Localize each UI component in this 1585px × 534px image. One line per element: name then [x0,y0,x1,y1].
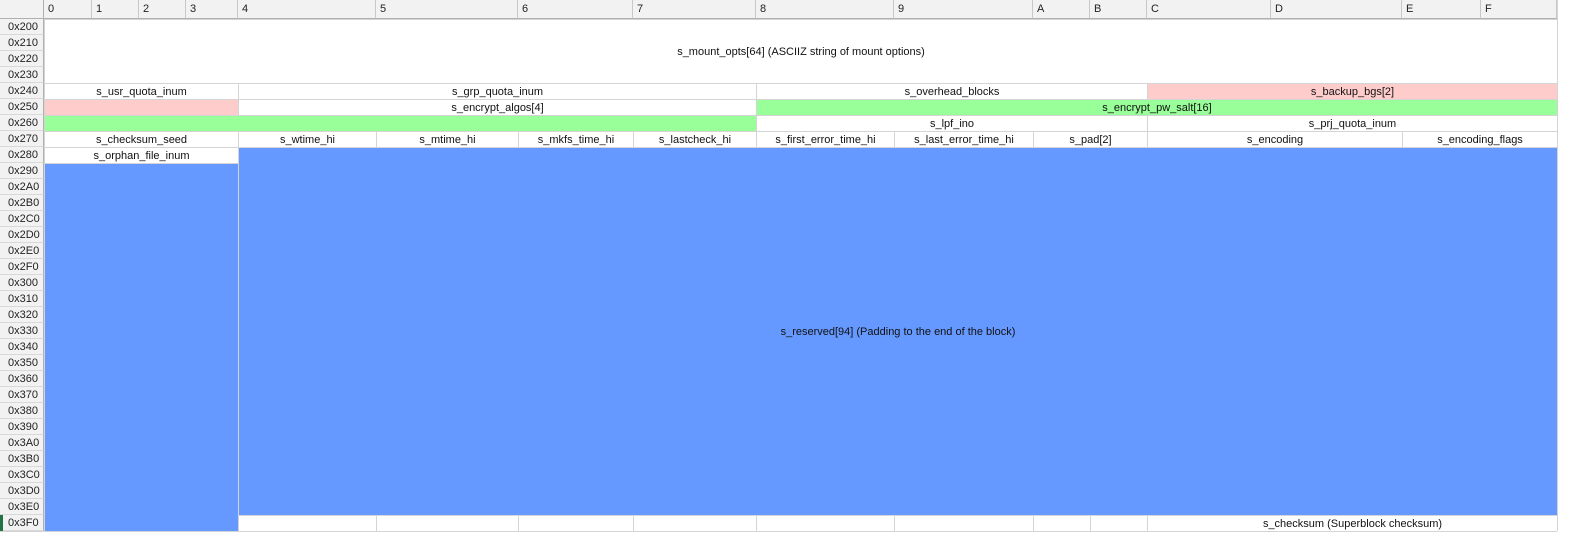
field-s-encoding[interactable]: s_encoding [1148,132,1402,147]
row-header[interactable]: 0x370 [0,387,44,403]
row-header[interactable]: 0x240 [0,83,44,99]
field-continuation[interactable] [45,100,238,115]
column-header[interactable]: F [1481,0,1557,19]
row-header[interactable]: 0x360 [0,371,44,387]
row-header[interactable]: 0x310 [0,291,44,307]
column-header[interactable]: 5 [376,0,518,19]
row-header[interactable]: 0x390 [0,419,44,435]
field-s-last-error-time-hi[interactable]: s_last_error_time_hi [895,132,1033,147]
row-header[interactable]: 0x3C0 [0,467,44,483]
column-header[interactable]: 6 [518,0,633,19]
field-s-pad-2[interactable]: s_pad[2] [1034,132,1147,147]
spreadsheet-grid: s_mount_opts[64] (ASCIIZ string of mount… [0,0,1585,534]
row-header[interactable]: 0x320 [0,307,44,323]
field-s-backup-bgs-2[interactable]: s_backup_bgs[2] [1148,84,1557,99]
field-s-usr-quota-inum[interactable]: s_usr_quota_inum [45,84,238,99]
field-s-lastcheck-hi[interactable]: s_lastcheck_hi [634,132,756,147]
column-header[interactable]: B [1090,0,1147,19]
row-header[interactable]: 0x300 [0,275,44,291]
row-header[interactable]: 0x2A0 [0,179,44,195]
row-header[interactable]: 0x3D0 [0,483,44,499]
field-s-wtime-hi[interactable]: s_wtime_hi [239,132,376,147]
row-header[interactable]: 0x350 [0,355,44,371]
column-header[interactable]: A [1033,0,1090,19]
column-header[interactable]: 1 [92,0,139,19]
row-header[interactable]: 0x220 [0,51,44,67]
column-header[interactable]: 2 [139,0,186,19]
row-header[interactable]: 0x2E0 [0,243,44,259]
row-header[interactable]: 0x3B0 [0,451,44,467]
column-header[interactable]: C [1147,0,1271,19]
row-header[interactable]: 0x340 [0,339,44,355]
row-header[interactable]: 0x210 [0,35,44,51]
row-header[interactable]: 0x290 [0,163,44,179]
column-header[interactable]: 3 [186,0,238,19]
row-header[interactable]: 0x260 [0,115,44,131]
row-header[interactable]: 0x200 [0,19,44,35]
row-header[interactable]: 0x380 [0,403,44,419]
field-s-checksum-superblock-checksum[interactable]: s_checksum (Superblock checksum) [1148,516,1557,531]
row-header[interactable]: 0x230 [0,67,44,83]
field-s-lpf-ino[interactable]: s_lpf_ino [757,116,1147,131]
column-header[interactable]: D [1271,0,1402,19]
row-header[interactable]: 0x280 [0,147,44,163]
row-header[interactable]: 0x330 [0,323,44,339]
field-s-prj-quota-inum[interactable]: s_prj_quota_inum [1148,116,1557,131]
field-s-encoding-flags[interactable]: s_encoding_flags [1403,132,1557,147]
field-s-checksum-seed[interactable]: s_checksum_seed [45,132,238,147]
row-header[interactable]: 0x3A0 [0,435,44,451]
field-s-grp-quota-inum[interactable]: s_grp_quota_inum [239,84,756,99]
column-header[interactable]: 7 [633,0,756,19]
field-s-mkfs-time-hi[interactable]: s_mkfs_time_hi [519,132,633,147]
column-header[interactable]: E [1402,0,1481,19]
row-header[interactable]: 0x250 [0,99,44,115]
field-continuation[interactable] [45,116,756,131]
field-continuation[interactable] [45,164,238,531]
field-s-first-error-time-hi[interactable]: s_first_error_time_hi [757,132,894,147]
row-header[interactable]: 0x2B0 [0,195,44,211]
active-row-indicator [0,515,3,531]
field-s-reserved-94-padding-to-the-end-of-the-block[interactable]: s_reserved[94] (Padding to the end of th… [239,148,1557,515]
row-header[interactable]: 0x3F0 [0,515,44,531]
row-header[interactable]: 0x2F0 [0,259,44,275]
column-header[interactable]: 0 [44,0,92,19]
row-header[interactable]: 0x2C0 [0,211,44,227]
row-header[interactable]: 0x270 [0,131,44,147]
row-header[interactable]: 0x2D0 [0,227,44,243]
field-s-orphan-file-inum[interactable]: s_orphan_file_inum [45,148,238,163]
column-header[interactable]: 9 [894,0,1033,19]
gridline-vertical [1557,0,1558,531]
field-s-mtime-hi[interactable]: s_mtime_hi [377,132,518,147]
select-all-corner[interactable] [0,0,44,19]
gridline-horizontal [0,531,1557,532]
column-header[interactable]: 4 [238,0,376,19]
field-s-encrypt-pw-salt-16[interactable]: s_encrypt_pw_salt[16] [757,100,1557,115]
field-s-encrypt-algos-4[interactable]: s_encrypt_algos[4] [239,100,756,115]
field-s-mount-opts-64-asciiz-string-of-mount-options[interactable]: s_mount_opts[64] (ASCIIZ string of mount… [45,20,1557,83]
field-s-overhead-blocks[interactable]: s_overhead_blocks [757,84,1147,99]
row-header[interactable]: 0x3E0 [0,499,44,515]
column-header[interactable]: 8 [756,0,894,19]
